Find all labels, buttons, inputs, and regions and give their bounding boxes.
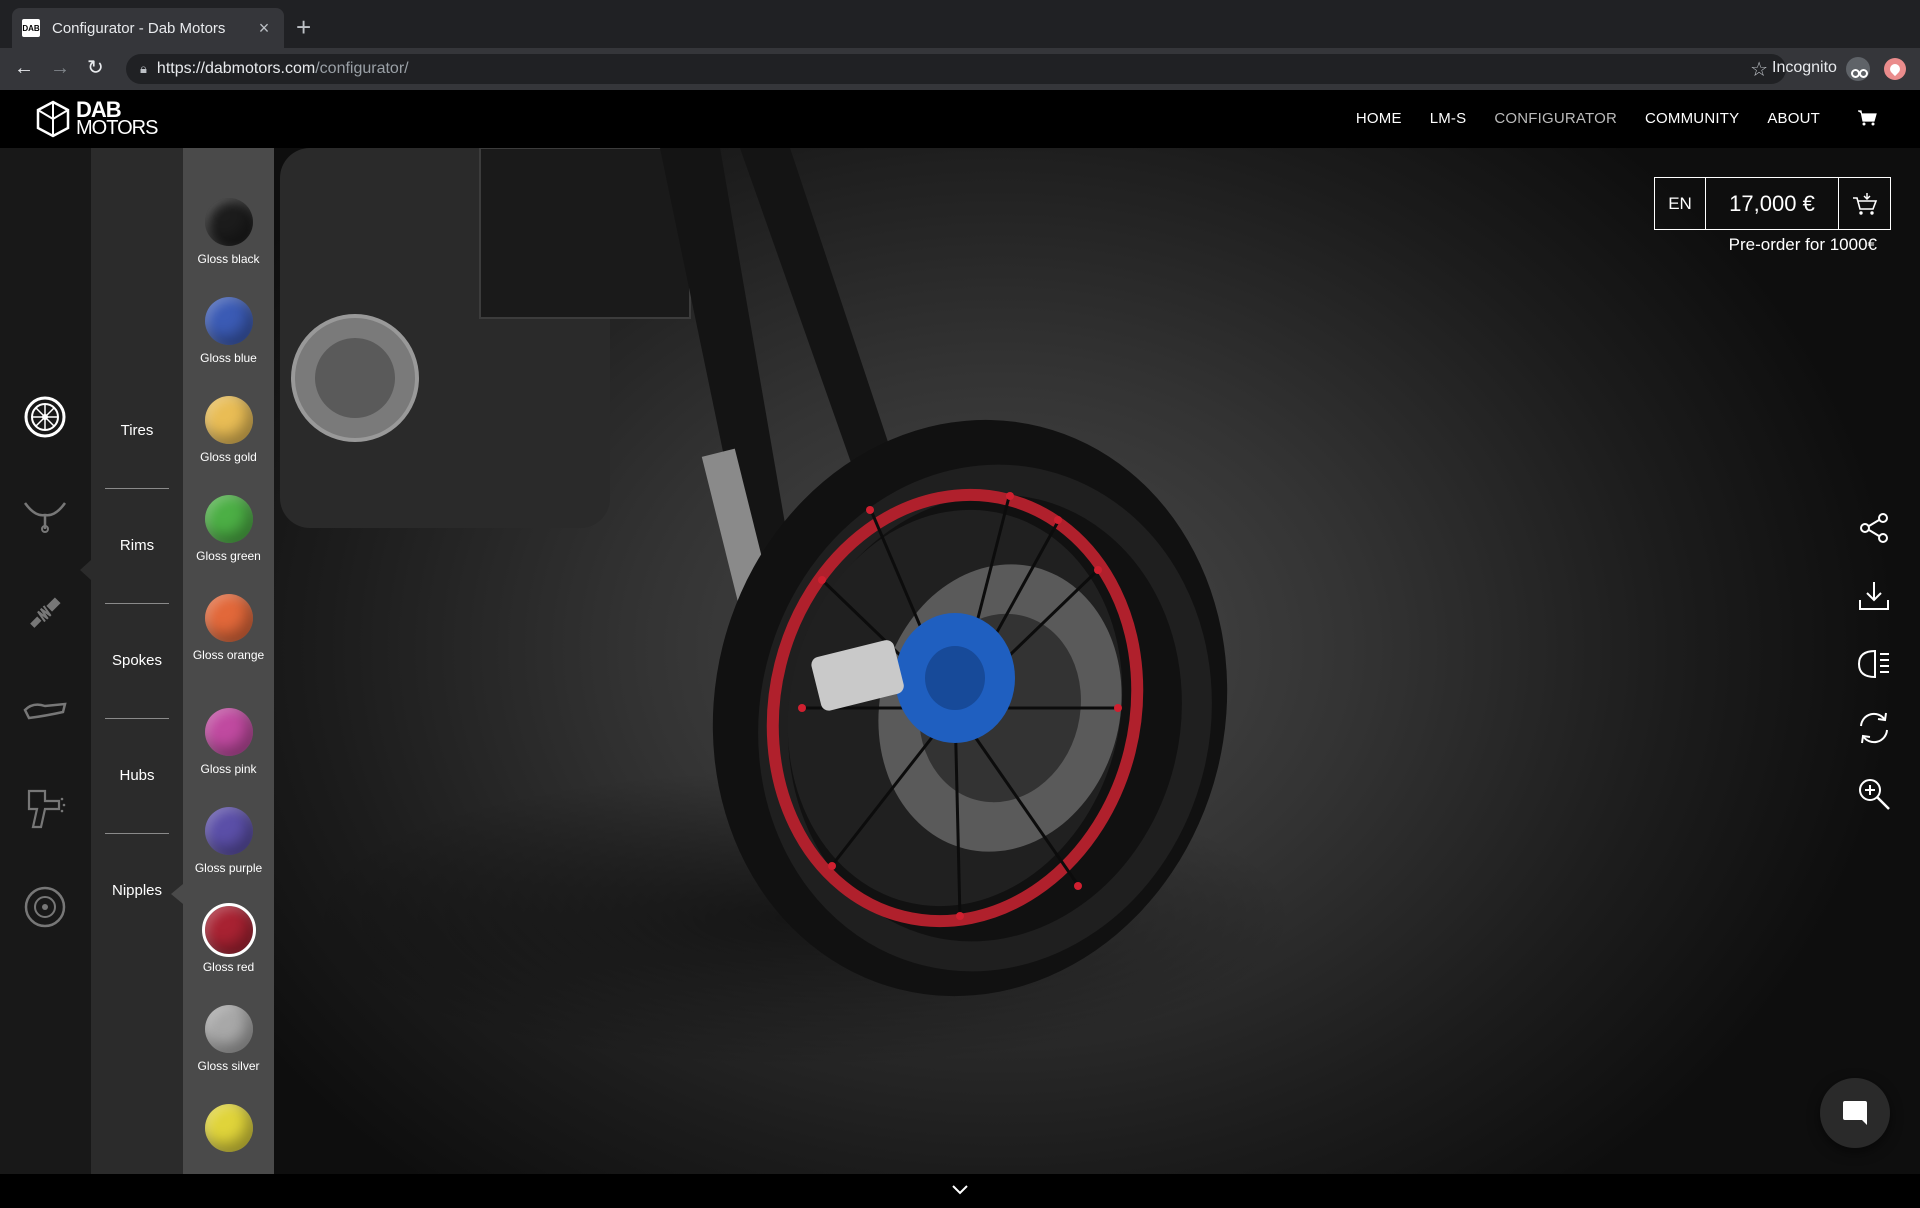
favicon-icon: DAB (22, 19, 40, 37)
swatch-dot[interactable] (204, 1104, 253, 1152)
back-icon[interactable]: ← (14, 57, 34, 79)
swatch-dot[interactable] (204, 807, 253, 855)
logo-bottom-text: MOTORS (76, 117, 158, 139)
rotate-icon[interactable] (1856, 710, 1892, 746)
swatch-label: Gloss silver (197, 1059, 260, 1073)
swatch-dot[interactable] (204, 396, 253, 444)
swatch-dot[interactable] (204, 297, 253, 345)
motorcycle-render (280, 148, 1228, 997)
color-swatch-panel: Gloss black Gloss blue Gloss gold Gloss … (183, 148, 274, 1174)
swatch-gloss-gold[interactable]: Gloss gold (183, 396, 274, 464)
swatch-label: Gloss blue (200, 351, 257, 365)
swatch-label: Gloss green (196, 549, 261, 563)
reload-icon[interactable]: ↻ (87, 57, 104, 79)
incognito-label: Incognito (1772, 59, 1837, 76)
price-value: 17,000 € (1706, 178, 1839, 229)
category-active-pointer (171, 884, 183, 904)
swatch-gloss-black[interactable]: Gloss black (183, 198, 274, 266)
new-tab-icon[interactable]: + (296, 12, 311, 42)
category-spokes[interactable]: Spokes (91, 652, 183, 669)
cart-icon[interactable] (1858, 110, 1878, 126)
incognito-icon[interactable] (1846, 57, 1870, 81)
language-selector[interactable]: EN (1655, 178, 1706, 229)
swatch-label: Gloss purple (194, 861, 263, 875)
lock-icon[interactable]: 🔒︎ (140, 61, 147, 77)
swatch-label: Gloss pink (200, 762, 257, 776)
category-divider (105, 603, 169, 604)
swatch-gloss-red[interactable]: Gloss red (183, 903, 274, 974)
nav-lm-s[interactable]: LM-S (1430, 110, 1467, 127)
configurator-icon-rail (0, 148, 91, 1174)
seat-icon[interactable] (22, 688, 68, 734)
swatch-dot[interactable] (204, 594, 253, 642)
category-divider (105, 833, 169, 834)
tab-title: Configurator - Dab Motors (52, 19, 226, 37)
swatch-gloss-yellow[interactable] (183, 1104, 274, 1152)
swatch-label: Gloss red (202, 960, 255, 974)
browser-toolbar: ← → ↻ 🔒︎ https://dabmotors.com/configura… (0, 48, 1920, 90)
bike-3d-viewport[interactable] (0, 148, 1920, 1174)
nav-configurator[interactable]: CONFIGURATOR (1494, 110, 1617, 127)
category-divider (105, 718, 169, 719)
main-nav: HOME LM-S CONFIGURATOR COMMUNITY ABOUT (1356, 110, 1820, 127)
share-icon[interactable] (1856, 510, 1892, 546)
suspension-icon[interactable] (22, 590, 68, 636)
price-widget: EN 17,000 € (1654, 177, 1891, 230)
rail-active-pointer (80, 560, 91, 580)
chat-button[interactable] (1820, 1078, 1890, 1148)
chevron-down-icon[interactable] (950, 1182, 970, 1198)
chat-icon (1843, 1101, 1867, 1125)
nav-about[interactable]: ABOUT (1767, 110, 1820, 127)
bottom-bar (0, 1174, 1920, 1208)
category-tires[interactable]: Tires (91, 422, 183, 439)
preorder-text[interactable]: Pre-order for 1000€ (1654, 235, 1877, 255)
site-header: DAB MOTORS HOME LM-S CONFIGURATOR COMMUN… (0, 90, 1920, 148)
add-to-cart-button[interactable] (1839, 178, 1890, 229)
swatch-label: Gloss gold (200, 450, 257, 464)
swatch-dot[interactable] (204, 495, 253, 543)
wheel-icon[interactable] (22, 394, 68, 440)
swatch-gloss-silver[interactable]: Gloss silver (183, 1005, 274, 1073)
browser-tab[interactable]: DAB Configurator - Dab Motors × (12, 8, 284, 48)
dab-motors-logo[interactable]: DAB MOTORS (36, 99, 158, 139)
swatch-gloss-green[interactable]: Gloss green (183, 495, 274, 563)
cart-add-icon (1852, 192, 1877, 215)
zoom-in-icon[interactable] (1856, 776, 1892, 812)
part-category-panel: Tires Rims Spokes Hubs Nipples (91, 148, 183, 1174)
swatch-label: Gloss black (197, 252, 260, 266)
extension-icon[interactable] (1884, 58, 1906, 80)
swatch-dot[interactable] (204, 1005, 253, 1053)
browser-tab-bar: DAB Configurator - Dab Motors × + (0, 0, 1920, 48)
nav-home[interactable]: HOME (1356, 110, 1402, 127)
category-rims[interactable]: Rims (91, 537, 183, 554)
address-bar[interactable]: 🔒︎ https://dabmotors.com/configurator/ ☆ (126, 54, 1786, 84)
category-hubs[interactable]: Hubs (91, 767, 183, 784)
swatch-gloss-pink[interactable]: Gloss pink (183, 708, 274, 776)
headlight-icon[interactable] (1856, 646, 1892, 682)
forward-icon[interactable]: → (50, 57, 70, 79)
handlebar-icon[interactable] (22, 492, 68, 538)
brake-disc-icon[interactable] (22, 884, 68, 930)
swatch-dot-selected[interactable] (201, 903, 256, 957)
swatch-gloss-purple[interactable]: Gloss purple (183, 807, 274, 875)
url-host: https://dabmotors.com (156, 60, 316, 77)
download-icon[interactable] (1856, 578, 1892, 614)
swatch-dot[interactable] (204, 198, 253, 246)
swatch-gloss-orange[interactable]: Gloss orange (183, 594, 274, 662)
swatch-gloss-blue[interactable]: Gloss blue (183, 297, 274, 365)
category-divider (105, 488, 169, 489)
logo-mark-icon (36, 100, 70, 138)
swatch-label: Gloss orange (192, 648, 265, 662)
nav-community[interactable]: COMMUNITY (1645, 110, 1739, 127)
paint-gun-icon[interactable] (22, 786, 68, 832)
tab-close-icon[interactable]: × (254, 18, 274, 39)
url-path: /configurator/ (315, 60, 409, 77)
bookmark-star-icon[interactable]: ☆ (1750, 57, 1768, 82)
category-nipples[interactable]: Nipples (91, 882, 183, 899)
swatch-dot[interactable] (204, 708, 253, 756)
